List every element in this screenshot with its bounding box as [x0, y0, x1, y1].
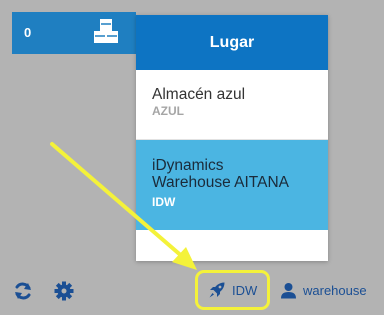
warehouse-selector-button[interactable]: IDW	[195, 270, 270, 310]
user-label: warehouse	[303, 282, 367, 298]
warehouse-selector-label: IDW	[232, 282, 258, 298]
popup-title: Lugar	[136, 15, 328, 70]
cubes-icon	[94, 19, 118, 43]
user-button[interactable]: warehouse	[280, 279, 367, 301]
warehouse-name-line1: iDynamics	[152, 157, 224, 174]
warehouse-item-idw[interactable]: iDynamics Warehouse AITANA IDW	[136, 140, 328, 230]
rocket-icon	[209, 282, 225, 298]
tile-count: 0	[24, 25, 32, 40]
warehouse-code: IDW	[152, 195, 176, 209]
location-popup: Lugar Almacén azul AZUL iDynamics Wareho…	[136, 15, 328, 261]
sync-icon[interactable]	[12, 280, 34, 302]
user-icon	[281, 282, 296, 298]
warehouse-item-azul[interactable]: Almacén azul AZUL	[136, 70, 328, 140]
stock-tile[interactable]: 0	[12, 12, 136, 54]
warehouse-name: Almacén azul	[152, 86, 246, 103]
warehouse-name-line2: Warehouse AITANA	[152, 174, 289, 191]
gear-icon[interactable]	[53, 280, 75, 302]
warehouse-code: AZUL	[152, 104, 184, 118]
